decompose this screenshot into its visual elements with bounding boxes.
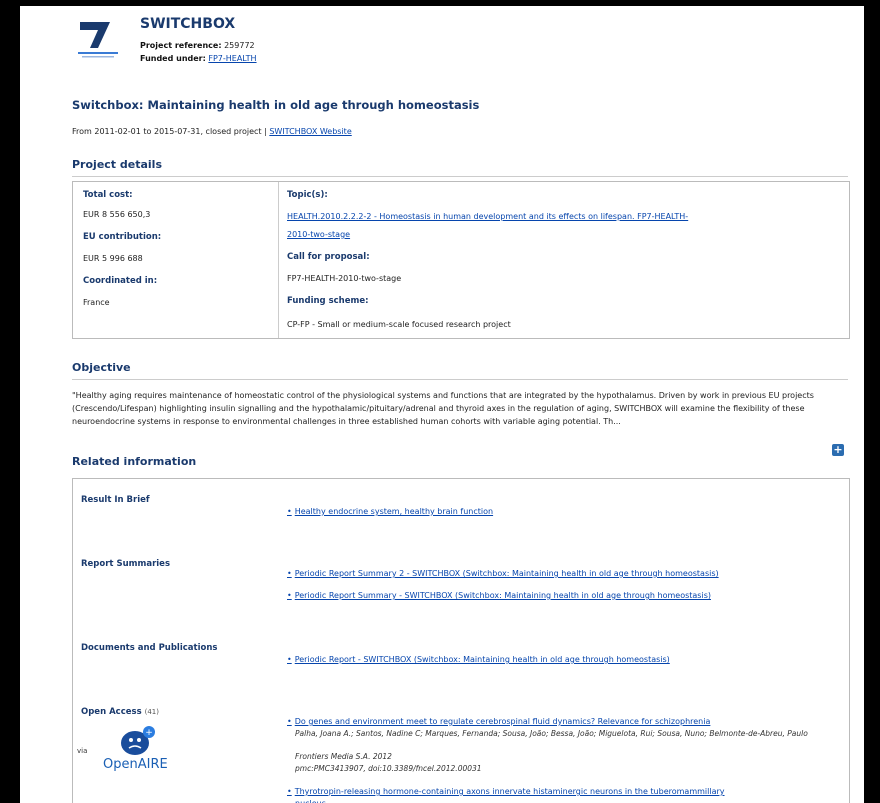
details-separator	[278, 182, 279, 338]
related-information-heading: Related information	[72, 455, 197, 468]
result-in-brief-link-text[interactable]: Healthy endocrine system, healthy brain …	[295, 507, 493, 516]
project-details-box: Total cost: EUR 8 556 650,3 EU contribut…	[72, 181, 850, 339]
objective-rule	[72, 379, 848, 380]
open-access-label: Open Access (41)	[81, 707, 159, 717]
publication-1-authors: Palha, Joana A.; Santos, Nadine C; Marqu…	[295, 729, 808, 738]
project-website-link[interactable]: SWITCHBOX Website	[269, 127, 351, 136]
eu-contribution-value: EUR 5 996 688	[83, 254, 143, 263]
coordinated-value: France	[83, 298, 110, 307]
related-information-box: Result In Brief • Healthy endocrine syste…	[72, 478, 850, 803]
window-left-edge	[0, 0, 20, 803]
publication-link-1[interactable]: • Do genes and environment meet to regula…	[287, 717, 710, 726]
topic-link-line2[interactable]: 2010-two-stage	[287, 230, 350, 239]
openaire-cloud-icon: +	[121, 726, 155, 755]
funded-under-label: Funded under:	[140, 54, 206, 63]
funded-under-link[interactable]: FP7-HEALTH	[208, 54, 256, 63]
project-details-heading: Project details	[72, 158, 162, 171]
scheme-label: Funding scheme:	[287, 296, 369, 306]
project-dates-text: From 2011-02-01 to 2015-07-31, closed pr…	[72, 127, 270, 136]
project-reference-value: 259772	[224, 41, 255, 50]
project-header: SWITCHBOX Project reference: 259772 Fund…	[76, 6, 476, 76]
topic-link-line1[interactable]: HEALTH.2010.2.2.2-2 - Homeostasis in hum…	[287, 212, 688, 221]
funded-under: Funded under: FP7-HEALTH	[140, 54, 257, 63]
open-access-label-text: Open Access	[81, 707, 142, 717]
publication-1-source: Frontiers Media S.A. 2012	[295, 752, 392, 761]
call-value: FP7-HEALTH-2010-two-stage	[287, 274, 402, 283]
publication-1-ids: pmc:PMC3413907, doi:10.3389/fncel.2012.0…	[295, 764, 482, 773]
publication-link-1-text[interactable]: Do genes and environment meet to regulat…	[295, 717, 711, 726]
document-link-1[interactable]: • Periodic Report - SWITCHBOX (Switchbox:…	[287, 655, 670, 664]
total-cost-value: EUR 8 556 650,3	[83, 210, 151, 219]
project-title: Switchbox: Maintaining health in old age…	[72, 98, 480, 112]
project-name: SWITCHBOX	[140, 16, 236, 32]
openaire-logo[interactable]: via + OpenAIRE	[73, 717, 183, 777]
report-summary-link-2-text[interactable]: Periodic Report Summary - SWITCHBOX (Swi…	[295, 591, 711, 600]
report-summary-link-2[interactable]: • Periodic Report Summary - SWITCHBOX (Sw…	[287, 591, 711, 600]
call-label: Call for proposal:	[287, 252, 370, 262]
project-reference-label: Project reference:	[140, 41, 222, 50]
project-page: SWITCHBOX Project reference: 259772 Fund…	[20, 6, 864, 803]
svg-text:+: +	[145, 728, 153, 738]
project-dates: From 2011-02-01 to 2015-07-31, closed pr…	[72, 127, 352, 136]
publication-link-2[interactable]: • Thyrotropin-releasing hormone-containin…	[287, 787, 725, 796]
total-cost-label: Total cost:	[83, 190, 133, 200]
objective-text: "Healthy aging requires maintenance of h…	[72, 391, 814, 426]
fp7-logo	[78, 22, 118, 58]
publication-link-2-text[interactable]: Thyrotropin-releasing hormone-containing…	[295, 787, 725, 796]
project-details-rule	[72, 176, 848, 177]
coordinated-label: Coordinated in:	[83, 276, 158, 286]
document-link-1-text[interactable]: Periodic Report - SWITCHBOX (Switchbox: …	[295, 655, 670, 664]
open-access-count: (41)	[144, 708, 159, 716]
eu-contribution-label: EU contribution:	[83, 232, 162, 242]
report-summary-link-1-text[interactable]: Periodic Report Summary 2 - SWITCHBOX (S…	[295, 569, 719, 578]
objective-heading: Objective	[72, 361, 131, 374]
result-in-brief-label: Result In Brief	[81, 495, 150, 505]
openaire-wordmark: OpenAIRE	[103, 757, 168, 772]
openaire-via: via	[77, 747, 88, 755]
documents-publications-label: Documents and Publications	[81, 643, 218, 653]
topics-label: Topic(s):	[287, 190, 328, 200]
scheme-value: CP-FP - Small or medium-scale focused re…	[287, 320, 511, 329]
project-reference: Project reference: 259772	[140, 41, 255, 50]
report-summaries-label: Report Summaries	[81, 559, 171, 569]
expand-plus-icon[interactable]: +	[832, 444, 844, 456]
window-right-edge	[864, 0, 880, 803]
publication-link-2-cont[interactable]: nucleus	[295, 799, 326, 803]
result-in-brief-link[interactable]: • Healthy endocrine system, healthy brain…	[287, 507, 493, 516]
report-summary-link-1[interactable]: • Periodic Report Summary 2 - SWITCHBOX (…	[287, 569, 719, 578]
